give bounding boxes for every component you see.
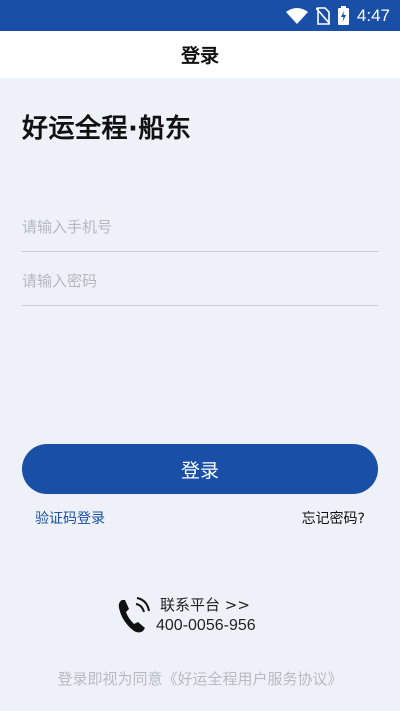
no-sim-icon bbox=[315, 6, 330, 25]
forgot-password-link[interactable]: 忘记密码? bbox=[302, 508, 365, 528]
sms-login-link[interactable]: 验证码登录 bbox=[35, 508, 105, 528]
page-title: 登录 bbox=[180, 45, 219, 67]
title-bar: 登录 bbox=[0, 31, 400, 78]
phone-input[interactable] bbox=[22, 203, 378, 251]
status-icons: 4:47 bbox=[285, 0, 390, 31]
password-field bbox=[22, 257, 378, 306]
status-bar: 4:47 bbox=[0, 0, 400, 31]
phone-icon bbox=[118, 597, 150, 633]
app-name: 好运全程·船东 bbox=[22, 114, 192, 144]
login-button[interactable]: 登录 bbox=[22, 444, 378, 494]
phone-field bbox=[22, 203, 378, 252]
wifi-icon bbox=[285, 7, 308, 24]
status-time: 4:47 bbox=[356, 5, 390, 25]
password-input[interactable] bbox=[22, 257, 378, 305]
contact-label: 联系平台 >> bbox=[160, 596, 250, 614]
battery-charging-icon bbox=[337, 6, 349, 25]
contact-phone-number: 400-0056-956 bbox=[156, 617, 256, 634]
agreement-text[interactable]: 登录即视为同意《好运全程用户服务协议》 bbox=[0, 668, 400, 689]
contact-platform[interactable]: 联系平台 >> 400-0056-956 bbox=[116, 592, 316, 642]
